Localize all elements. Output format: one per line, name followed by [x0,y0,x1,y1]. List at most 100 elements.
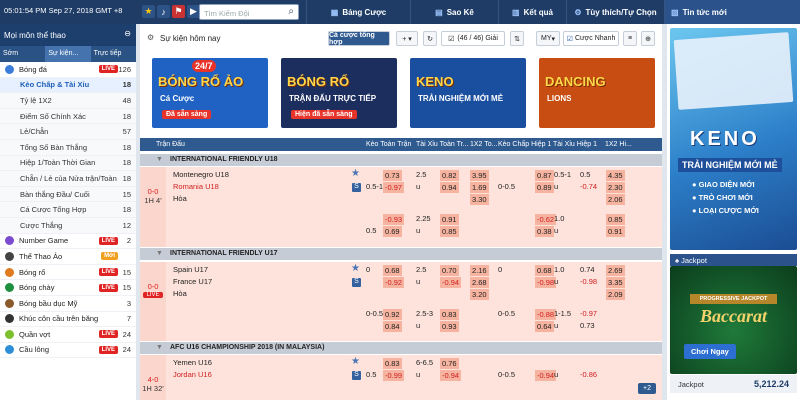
odds-cell[interactable]: 0.85 [440,226,459,237]
tab-bang-cuoc[interactable]: ▦ Bảng Cược [306,0,410,24]
league-header[interactable]: ▼ AFC U16 CHAMPIONSHIP 2018 (IN MALAYSIA) [140,342,662,354]
odds-cell[interactable]: 0.38 [535,226,554,237]
league-filter[interactable]: ☑ (46 / 46) Giải [441,31,505,46]
odds-cell[interactable]: 0.69 [383,226,402,237]
away-team[interactable]: Jordan U16 [173,370,212,379]
odds-cell[interactable]: 0.83 [440,309,459,320]
odds-cell[interactable]: 0.5 [580,170,590,179]
tab-ket-qua[interactable]: ▥ Kết quả [498,0,566,24]
odds-cell[interactable]: u [416,226,420,235]
odds-cell[interactable]: -0.93 [383,214,405,225]
odds-cell[interactable]: 0.82 [440,170,459,181]
sub-menu-item[interactable]: Điểm Số Chính Xác 18 [0,108,136,125]
odds-cell[interactable]: 0-0.5 [498,309,515,318]
fast-bet-toggle[interactable]: ☑ Cược Nhanh [563,31,619,46]
odds-cell[interactable]: u [416,370,420,379]
favorite-star-icon[interactable]: ★ [351,356,360,367]
sub-menu-item[interactable]: Lẻ/Chẵn 57 [0,124,136,140]
odds-cell[interactable]: -0.88 [535,309,557,320]
home-team[interactable]: Spain U17 [173,265,208,274]
stats-icon[interactable]: S [352,183,361,192]
collapse-triangle-icon[interactable]: ▼ [156,250,163,257]
league-header[interactable]: ▼ INTERNATIONAL FRIENDLY U17 [140,248,662,260]
odds-cell[interactable]: 1.0 [554,265,564,274]
sub-menu-item[interactable]: Cược Thắng 12 [0,217,136,234]
odds-cell[interactable]: 0.91 [606,226,625,237]
odds-cell[interactable]: 0.5 [366,370,376,379]
favorite-star-icon[interactable]: ★ [351,263,360,274]
stats-icon[interactable]: S [352,278,361,287]
odds-cell[interactable]: -0.94 [440,277,462,288]
odds-cell[interactable]: -0.97 [383,182,405,193]
stats-icon[interactable]: S [352,371,361,380]
sport-item[interactable]: Khúc côn cầu trên băng 7 [0,312,136,328]
odds-cell[interactable]: 0.76 [440,358,459,369]
odds-cell[interactable]: 0.5-1 [366,182,383,191]
keno-banner[interactable]: KENO TRẢI NGHIỆM MỚI MẺ ● GIAO DIỆN MỚI … [670,28,797,250]
tab-early[interactable]: Sớm [0,46,45,62]
collapse-triangle-icon[interactable]: ▼ [156,344,163,351]
sport-item[interactable]: Bóng đá LIVE 126 [0,62,136,78]
odds-cell[interactable]: 0.87 [535,170,554,181]
odds-cell[interactable]: u [554,182,558,191]
odds-cell[interactable]: 2.69 [606,265,625,276]
odds-cell[interactable]: -0.99 [383,370,405,381]
favorite-star-icon[interactable]: ★ [351,168,360,179]
search-icon[interactable]: ⌕ [288,6,294,17]
odds-cell[interactable]: 0-0.5 [366,309,383,318]
odds-cell[interactable]: 0.68 [383,265,402,276]
odds-cell[interactable]: 6-6.5 [416,358,433,367]
more-button[interactable]: +2 [638,383,656,394]
expand-icon[interactable]: ⊕ [641,31,655,46]
volume-icon[interactable]: ♪ [157,5,170,18]
odds-cell[interactable]: 0.73 [580,321,595,330]
odds-cell[interactable]: -0.86 [580,370,597,379]
odds-cell[interactable]: 0.70 [440,265,459,276]
odds-cell[interactable]: 2.16 [470,265,489,276]
sub-menu-item[interactable]: Tỷ lệ 1X2 48 [0,93,136,109]
tab-events[interactable]: Sự kiện... [45,46,91,62]
tab-sao-ke[interactable]: ▤ Sao Kê [410,0,498,24]
sub-menu-item[interactable]: Cá Cược Tổng Hợp 18 [0,202,136,218]
odds-cell[interactable]: u [416,277,420,286]
odds-cell[interactable]: 3.20 [470,289,489,300]
search-input[interactable]: Tìm Kiếm Đội ⌕ [199,4,299,20]
sport-item[interactable]: Bóng chày LIVE 15 [0,280,136,296]
odds-cell[interactable]: 0-0.5 [498,370,515,379]
odds-cell[interactable]: 2.30 [606,182,625,193]
odds-cell[interactable]: 0.91 [440,214,459,225]
odds-cell[interactable]: -0.94 [535,370,557,381]
odds-cell[interactable]: 0.92 [383,309,402,320]
league-header[interactable]: ▼ INTERNATIONAL FRIENDLY U18 [140,154,662,166]
odds-cell[interactable]: -0.98 [580,277,597,286]
tab-settings[interactable]: ⚙ Tùy thích/Tự Chọn [566,0,664,24]
refresh-icon[interactable]: ↻ [423,31,437,46]
odds-cell[interactable]: 1.0 [554,214,564,223]
run-icon[interactable]: ⚑ [172,5,185,18]
odds-cell[interactable]: 0.5-1 [554,170,571,179]
odds-cell[interactable]: u [554,370,558,379]
odds-cell[interactable]: u [416,182,420,191]
menu-icon[interactable]: ≡ [623,31,637,46]
odds-cell[interactable]: 2.5 [416,170,426,179]
odds-cell[interactable]: 0.74 [580,265,595,274]
away-team[interactable]: Romania U18 [173,182,219,191]
promo-banner[interactable]: BÓNG RỔ TRẬN ĐẤU TRỰC TIẾP Hiện đã sẵn sàn… [281,58,397,128]
sub-menu-item[interactable]: Chẵn / Lẻ của Nửa trận/Toàn 18 [0,171,136,187]
odds-cell[interactable]: 1-1.5 [554,309,571,318]
sub-menu-item[interactable]: Hiệp 1/Toàn Thời Gian 18 [0,155,136,172]
tab-live[interactable]: Trực tiếp [91,46,136,62]
odds-cell[interactable]: 2.25 [416,214,431,223]
odds-cell[interactable]: 3.30 [470,194,489,205]
odds-cell[interactable]: -0.62 [535,214,557,225]
odds-cell[interactable]: 2.06 [606,194,625,205]
baccarat-banner[interactable]: PROGRESSIVE JACKPOT Baccarat Chơi Ngay [670,266,797,374]
odds-cell[interactable]: 0.64 [535,321,554,332]
sport-item[interactable]: Bóng bầu dục Mỹ 3 [0,296,136,312]
news-tab[interactable]: ▧ Tin tức mới [664,0,800,24]
sport-item[interactable]: Thể Thao Ảo Mới [0,249,136,265]
promo-banner[interactable]: DANCING LIONS [539,58,655,128]
odds-cell[interactable]: 2.5-3 [416,309,433,318]
odds-cell[interactable]: u [554,321,558,330]
sub-menu-item[interactable]: Bàn thắng Đầu/ Cuối 15 [0,186,136,203]
